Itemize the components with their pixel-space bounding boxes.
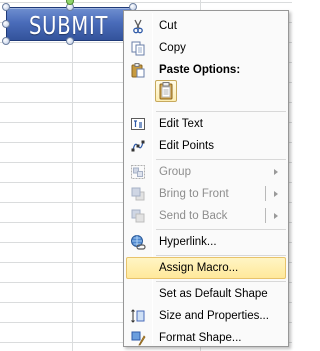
submenu-arrow-icon[interactable] <box>274 213 278 219</box>
menu-item-set-default-shape[interactable]: Set as Default Shape <box>126 283 286 305</box>
scissors-icon <box>133 19 143 34</box>
menu-item-label: Bring to Front <box>159 188 229 200</box>
menu-item-label: Copy <box>159 42 186 54</box>
shape-label: SUBMIT <box>29 11 109 40</box>
group-icon <box>131 165 145 179</box>
menu-separator <box>156 255 286 256</box>
context-menu: Cut Copy Paste Options: Edit Text Edit P… <box>123 10 289 347</box>
resize-handle-left[interactable] <box>2 20 10 28</box>
menu-item-format-shape[interactable]: Format Shape... <box>126 327 286 349</box>
submenu-arrow-icon <box>274 169 278 175</box>
menu-item-label: Size and Properties... <box>159 310 269 322</box>
menu-separator <box>156 229 286 230</box>
menu-separator <box>156 111 286 112</box>
split-divider <box>265 186 266 201</box>
menu-separator <box>156 159 286 160</box>
hyperlink-icon <box>131 235 146 250</box>
menu-item-bring-to-front[interactable]: Bring to Front <box>126 183 286 205</box>
menu-item-edit-points[interactable]: Edit Points <box>126 135 286 157</box>
format-shape-icon <box>131 331 146 346</box>
menu-item-label: Group <box>159 166 191 178</box>
menu-item-cut[interactable]: Cut <box>126 15 286 37</box>
submit-button-shape[interactable]: SUBMIT <box>6 7 134 41</box>
resize-handle-top-left[interactable] <box>2 3 10 11</box>
menu-item-label: Edit Text <box>159 118 203 130</box>
menu-item-label: Format Shape... <box>159 332 242 344</box>
paste-icon <box>131 63 145 78</box>
menu-item-hyperlink[interactable]: Hyperlink... <box>126 231 286 253</box>
paste-option-keep-formatting[interactable] <box>155 80 177 102</box>
split-divider <box>265 208 266 223</box>
menu-item-send-to-back[interactable]: Send to Back <box>126 205 286 227</box>
menu-item-size-properties[interactable]: Size and Properties... <box>126 305 286 327</box>
bring-to-front-icon <box>131 187 145 201</box>
menu-item-label: Paste Options: <box>159 64 241 76</box>
menu-item-label: Send to Back <box>159 210 228 222</box>
submenu-arrow-icon[interactable] <box>274 191 278 197</box>
copy-icon <box>131 41 145 56</box>
clipboard-icon <box>159 82 173 100</box>
menu-item-group[interactable]: Group <box>126 161 286 183</box>
size-properties-icon <box>131 309 145 323</box>
resize-handle-bottom[interactable] <box>66 37 74 45</box>
menu-item-label: Hyperlink... <box>159 236 217 248</box>
menu-item-assign-macro[interactable]: Assign Macro... <box>126 257 286 279</box>
grid-row-line <box>0 2 292 3</box>
menu-item-paste-options: Paste Options: <box>126 59 286 81</box>
menu-item-label: Set as Default Shape <box>159 288 268 300</box>
menu-item-copy[interactable]: Copy <box>126 37 286 59</box>
edit-text-icon <box>131 118 145 130</box>
send-to-back-icon <box>131 209 145 223</box>
menu-item-label: Edit Points <box>159 140 214 152</box>
menu-item-edit-text[interactable]: Edit Text <box>126 113 286 135</box>
menu-item-label: Cut <box>159 20 177 32</box>
menu-item-label: Assign Macro... <box>159 262 239 274</box>
resize-handle-bottom-left[interactable] <box>2 37 10 45</box>
grid-column-line <box>72 0 73 351</box>
edit-points-icon <box>131 140 145 152</box>
menu-separator <box>156 281 286 282</box>
